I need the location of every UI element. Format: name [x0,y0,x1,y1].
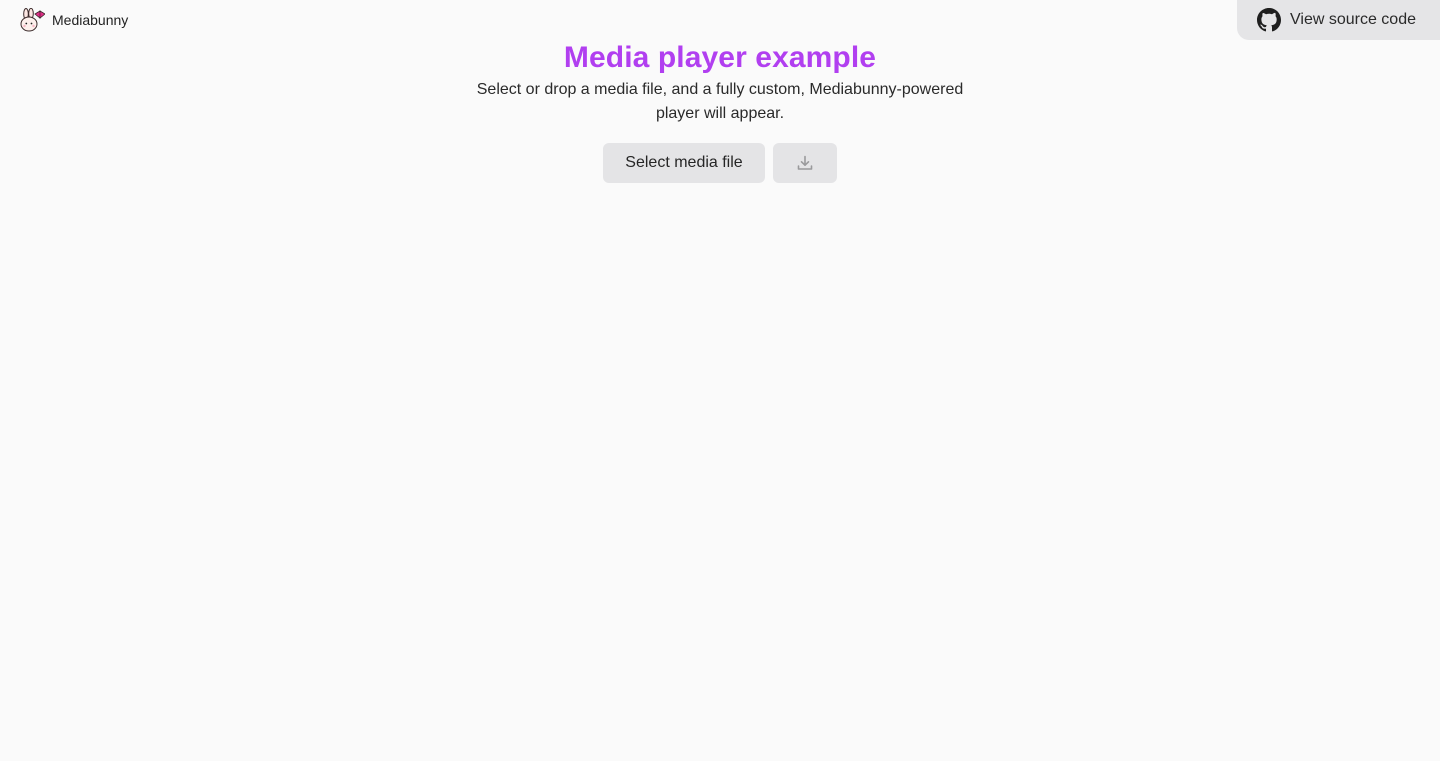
page-subtitle: Select or drop a media file, and a fully… [476,81,964,122]
github-icon [1257,8,1281,32]
download-icon [797,155,813,170]
page-title: Media player example [563,41,877,74]
actions: Select media file [0,143,1440,183]
select-media-file-button[interactable]: Select media file [603,143,765,183]
brand-name: Mediabunny [52,12,129,28]
view-source-label: View source code [1290,11,1416,28]
download-button[interactable] [773,143,837,183]
bunny-logo-icon [20,8,45,32]
page: Mediabunny View source code Media player… [0,0,1440,761]
hero: Media player example Select or drop a me… [0,38,1440,183]
brand-link[interactable]: Mediabunny [19,8,128,32]
view-source-button[interactable]: View source code [1237,0,1440,40]
